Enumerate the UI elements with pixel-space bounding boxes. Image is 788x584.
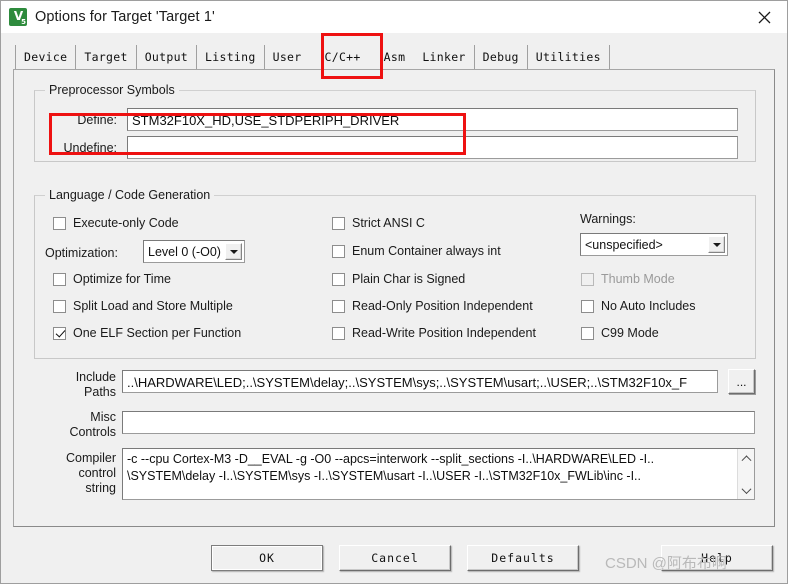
scroll-down-icon[interactable] (738, 482, 754, 499)
tab-output[interactable]: Output (136, 45, 198, 69)
checkbox-one-elf-section-per-function[interactable]: One ELF Section per Function (53, 326, 241, 340)
checkbox-label: No Auto Includes (601, 299, 696, 313)
checkbox-box (332, 272, 345, 286)
include-paths-label-line1: Include (75, 370, 116, 384)
checkbox-box (332, 326, 345, 340)
preprocessor-symbols-legend: Preprocessor Symbols (45, 83, 179, 97)
tab-user[interactable]: User (264, 45, 311, 69)
include-paths-input[interactable]: ..\HARDWARE\LED;..\SYSTEM\delay;..\SYSTE… (122, 370, 718, 393)
tab-debug[interactable]: Debug (474, 45, 528, 69)
checkbox-label: Enum Container always int (352, 244, 501, 258)
tab-target[interactable]: Target (76, 45, 137, 69)
undefine-label: Undefine: (63, 141, 117, 155)
checkbox-label: Split Load and Store Multiple (73, 299, 233, 313)
misc-controls-label-line1: Misc (90, 410, 116, 424)
checkbox-box (53, 216, 66, 230)
compiler-control-string-line1: -c --cpu Cortex-M3 -D__EVAL -g -O0 --apc… (127, 452, 655, 466)
checkbox-box (53, 299, 66, 313)
optimization-label: Optimization: (45, 246, 118, 260)
undefine-input[interactable] (127, 136, 738, 159)
optimization-select[interactable]: Level 0 (-O0) (143, 240, 245, 263)
tab-c-cpp[interactable]: C/C++ (310, 45, 376, 69)
checkbox-box (581, 299, 594, 313)
window-title: Options for Target 'Target 1' (35, 9, 215, 25)
tab-device[interactable]: Device (15, 45, 77, 69)
misc-controls-label-line2: Controls (69, 425, 116, 439)
language-code-generation-legend: Language / Code Generation (45, 188, 215, 202)
close-icon[interactable] (741, 1, 787, 33)
compiler-control-string-label-line2: control (78, 466, 116, 480)
dialog-button-bar: OK Cancel Defaults Help (1, 535, 787, 583)
checkbox-strict-ansi-c[interactable]: Strict ANSI C (332, 216, 425, 230)
checkbox-enum-container-always-int[interactable]: Enum Container always int (332, 244, 501, 258)
warnings-select[interactable]: <unspecified> (580, 233, 728, 256)
tab-asm[interactable]: Asm (375, 45, 415, 69)
define-label: Define: (77, 113, 117, 127)
tab-strip: Device Target Output Listing User C/C++ … (1, 33, 787, 71)
checkbox-optimize-for-time[interactable]: Optimize for Time (53, 272, 171, 286)
include-paths-label-line2: Paths (84, 385, 116, 399)
cancel-button[interactable]: Cancel (339, 545, 451, 571)
ok-button[interactable]: OK (211, 545, 323, 571)
checkbox-box (581, 326, 594, 340)
language-code-generation-group: Language / Code Generation Execute-only … (34, 188, 756, 359)
chevron-down-icon[interactable] (708, 236, 725, 253)
scroll-up-icon[interactable] (738, 449, 754, 466)
compiler-control-string-line2: \SYSTEM\delay -I..\SYSTEM\sys -I..\SYSTE… (127, 469, 641, 483)
warnings-label: Warnings: (580, 212, 636, 226)
help-button[interactable]: Help (661, 545, 773, 571)
checkbox-label: Thumb Mode (601, 272, 675, 286)
warnings-value: <unspecified> (585, 237, 663, 252)
compiler-control-string-label-line3: string (85, 481, 116, 495)
checkbox-box (332, 299, 345, 313)
checkbox-label: Optimize for Time (73, 272, 171, 286)
optimization-value: Level 0 (-O0) (148, 244, 221, 259)
include-paths-browse-button[interactable]: ... (728, 369, 755, 394)
c-cpp-tab-page: Preprocessor Symbols Define: STM32F10X_H… (13, 69, 775, 527)
checkbox-label: Plain Char is Signed (352, 272, 466, 286)
title-bar: V 5 Options for Target 'Target 1' (1, 1, 787, 33)
checkbox-label: One ELF Section per Function (73, 326, 242, 340)
checkbox-box (581, 272, 594, 286)
checkbox-plain-char-is-signed[interactable]: Plain Char is Signed (332, 272, 465, 286)
tab-utilities[interactable]: Utilities (527, 45, 610, 69)
tab-list: Device Target Output Listing User C/C++ … (15, 43, 610, 69)
logo-version: 5 (21, 18, 26, 26)
checkbox-label: Strict ANSI C (352, 216, 425, 230)
preprocessor-symbols-group: Preprocessor Symbols Define: STM32F10X_H… (34, 83, 756, 162)
checkbox-label: Read-Only Position Independent (352, 299, 533, 313)
checkbox-label: C99 Mode (601, 326, 659, 340)
tab-listing[interactable]: Listing (197, 45, 265, 69)
checkbox-split-load-and-store-multiple[interactable]: Split Load and Store Multiple (53, 299, 233, 313)
defaults-button[interactable]: Defaults (467, 545, 579, 571)
checkbox-label: Read-Write Position Independent (352, 326, 536, 340)
compiler-control-string-label-line1: Compiler (65, 451, 116, 465)
compiler-control-scrollbar[interactable] (737, 449, 754, 499)
define-input[interactable]: STM32F10X_HD,USE_STDPERIPH_DRIVER (127, 108, 738, 131)
keil-uvision-logo-icon: V 5 (9, 8, 27, 26)
checkbox-box (332, 216, 345, 230)
options-dialog: V 5 Options for Target 'Target 1' Device… (0, 0, 788, 584)
checkbox-read-write-position-independent[interactable]: Read-Write Position Independent (332, 326, 536, 340)
tab-linker[interactable]: Linker (414, 45, 475, 69)
checkbox-thumb-mode: Thumb Mode (581, 272, 675, 286)
checkbox-box (53, 272, 66, 286)
checkbox-box (53, 326, 66, 340)
misc-controls-input[interactable] (122, 411, 755, 434)
compiler-control-string-textarea[interactable]: -c --cpu Cortex-M3 -D__EVAL -g -O0 --apc… (122, 448, 755, 500)
checkbox-box (332, 244, 345, 258)
checkbox-c99-mode[interactable]: C99 Mode (581, 326, 659, 340)
checkbox-read-only-position-independent[interactable]: Read-Only Position Independent (332, 299, 533, 313)
checkbox-label: Execute-only Code (73, 216, 179, 230)
chevron-down-icon[interactable] (225, 243, 242, 260)
checkbox-execute-only-code[interactable]: Execute-only Code (53, 216, 179, 230)
checkbox-no-auto-includes[interactable]: No Auto Includes (581, 299, 696, 313)
